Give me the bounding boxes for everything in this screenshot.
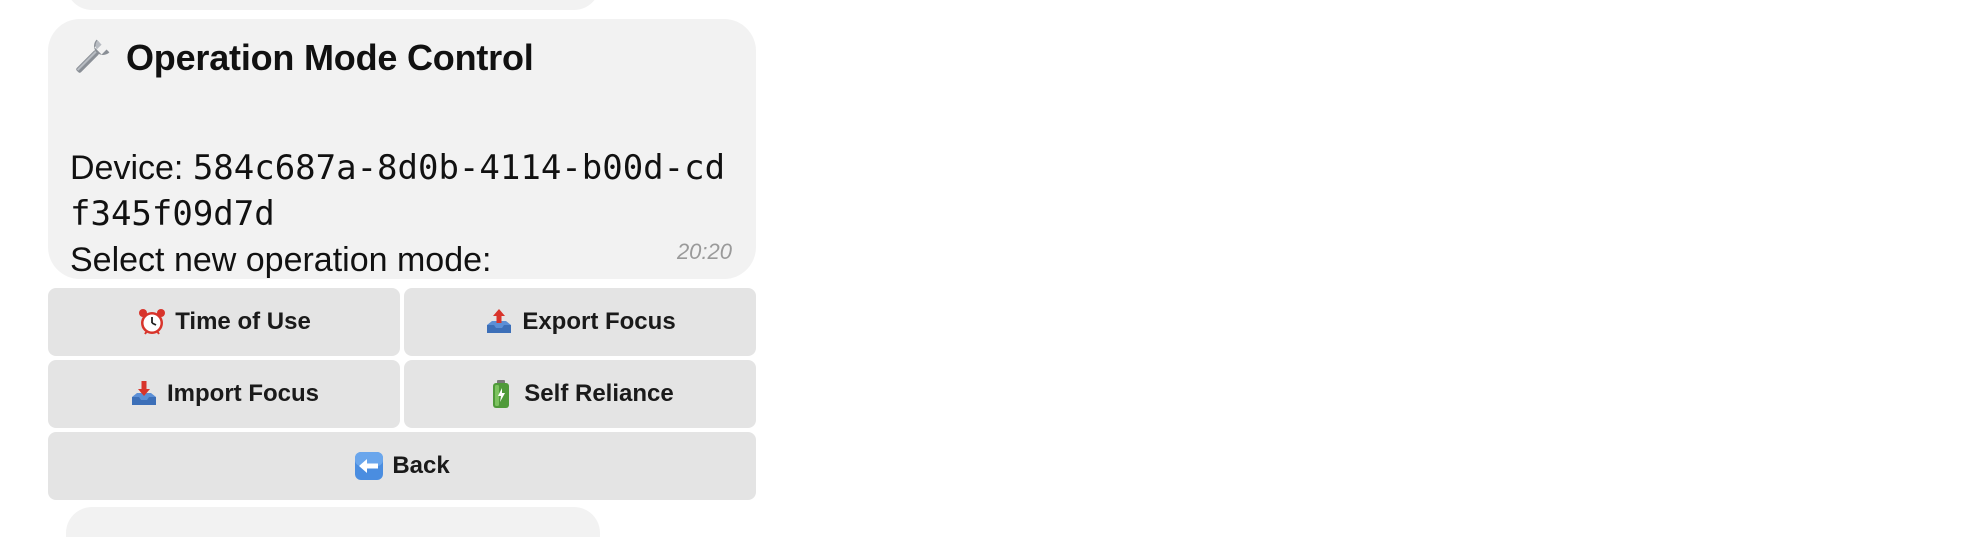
back-arrow-icon xyxy=(354,451,384,481)
message-title: Operation Mode Control xyxy=(126,37,534,78)
battery-icon xyxy=(486,379,516,409)
bot-message-bubble: Operation Mode Control Device: 584c687a-… xyxy=(48,19,756,279)
back-button[interactable]: Back xyxy=(48,432,756,500)
message-timestamp: 20:20 xyxy=(676,239,732,264)
previous-message-bubble xyxy=(66,0,600,10)
wrench-icon xyxy=(70,37,112,79)
inbox-tray-icon xyxy=(129,379,159,409)
alarm-clock-icon xyxy=(137,307,167,337)
export-focus-label: Export Focus xyxy=(522,308,676,335)
device-line: Device: 584c687a-8d0b-4114-b00d-cdf345f0… xyxy=(70,145,734,237)
self-reliance-button[interactable]: Self Reliance xyxy=(404,360,756,428)
outbox-tray-icon xyxy=(484,307,514,337)
device-label: Device: xyxy=(70,149,193,187)
export-focus-button[interactable]: Export Focus xyxy=(404,288,756,356)
import-focus-button[interactable]: Import Focus xyxy=(48,360,400,428)
select-prompt: Select new operation mode: xyxy=(70,241,492,279)
time-of-use-button[interactable]: Time of Use xyxy=(48,288,400,356)
import-focus-label: Import Focus xyxy=(166,380,319,407)
back-label: Back xyxy=(392,452,450,479)
time-of-use-label: Time of Use xyxy=(175,308,311,335)
self-reliance-label: Self Reliance xyxy=(524,380,674,407)
message-title-row: Operation Mode Control xyxy=(70,31,734,85)
